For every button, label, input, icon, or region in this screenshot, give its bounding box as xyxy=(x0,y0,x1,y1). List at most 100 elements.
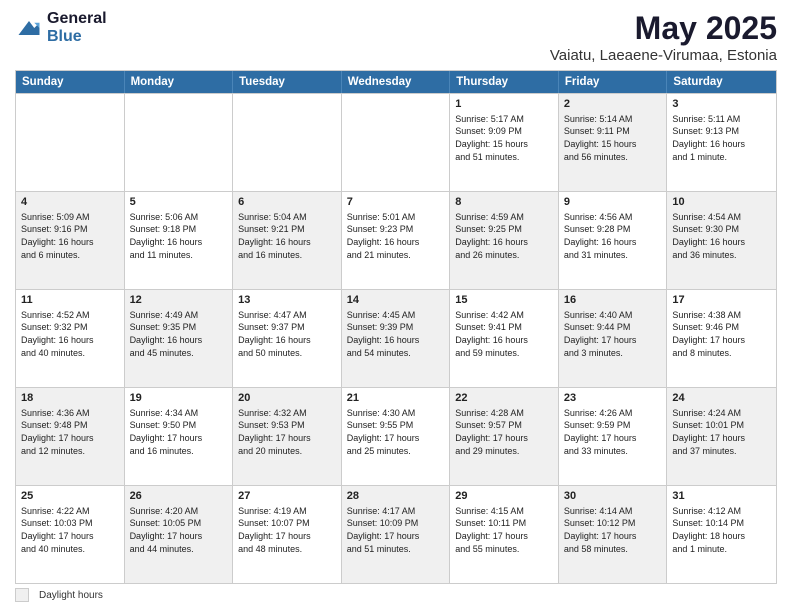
logo: General Blue xyxy=(15,10,107,45)
calendar-cell: 13Sunrise: 4:47 AM Sunset: 9:37 PM Dayli… xyxy=(233,290,342,387)
day-number: 26 xyxy=(130,489,228,504)
day-number: 2 xyxy=(564,97,662,112)
cell-text: Sunrise: 4:36 AM Sunset: 9:48 PM Dayligh… xyxy=(21,407,119,457)
logo-icon xyxy=(15,14,43,42)
calendar-row: 4Sunrise: 5:09 AM Sunset: 9:16 PM Daylig… xyxy=(16,191,776,289)
day-number: 22 xyxy=(455,391,553,406)
calendar-cell: 7Sunrise: 5:01 AM Sunset: 9:23 PM Daylig… xyxy=(342,192,451,289)
calendar-row: 25Sunrise: 4:22 AM Sunset: 10:03 PM Dayl… xyxy=(16,485,776,583)
calendar-day-header: Thursday xyxy=(450,71,559,93)
day-number: 1 xyxy=(455,97,553,112)
calendar-cell: 28Sunrise: 4:17 AM Sunset: 10:09 PM Dayl… xyxy=(342,486,451,583)
day-number: 9 xyxy=(564,195,662,210)
day-number: 14 xyxy=(347,293,445,308)
day-number: 11 xyxy=(21,293,119,308)
calendar-cell: 10Sunrise: 4:54 AM Sunset: 9:30 PM Dayli… xyxy=(667,192,776,289)
calendar-day-header: Friday xyxy=(559,71,668,93)
calendar-row: 18Sunrise: 4:36 AM Sunset: 9:48 PM Dayli… xyxy=(16,387,776,485)
cell-text: Sunrise: 4:32 AM Sunset: 9:53 PM Dayligh… xyxy=(238,407,336,457)
calendar-cell: 29Sunrise: 4:15 AM Sunset: 10:11 PM Dayl… xyxy=(450,486,559,583)
cell-text: Sunrise: 4:22 AM Sunset: 10:03 PM Daylig… xyxy=(21,505,119,555)
day-number: 7 xyxy=(347,195,445,210)
calendar-cell: 31Sunrise: 4:12 AM Sunset: 10:14 PM Dayl… xyxy=(667,486,776,583)
day-number: 5 xyxy=(130,195,228,210)
calendar-cell: 26Sunrise: 4:20 AM Sunset: 10:05 PM Dayl… xyxy=(125,486,234,583)
calendar-cell xyxy=(125,94,234,191)
day-number: 19 xyxy=(130,391,228,406)
cell-text: Sunrise: 4:30 AM Sunset: 9:55 PM Dayligh… xyxy=(347,407,445,457)
day-number: 27 xyxy=(238,489,336,504)
calendar-cell: 2Sunrise: 5:14 AM Sunset: 9:11 PM Daylig… xyxy=(559,94,668,191)
cell-text: Sunrise: 4:28 AM Sunset: 9:57 PM Dayligh… xyxy=(455,407,553,457)
day-number: 20 xyxy=(238,391,336,406)
calendar-row: 11Sunrise: 4:52 AM Sunset: 9:32 PM Dayli… xyxy=(16,289,776,387)
cell-text: Sunrise: 5:01 AM Sunset: 9:23 PM Dayligh… xyxy=(347,211,445,261)
cell-text: Sunrise: 4:49 AM Sunset: 9:35 PM Dayligh… xyxy=(130,309,228,359)
day-number: 24 xyxy=(672,391,771,406)
cell-text: Sunrise: 5:06 AM Sunset: 9:18 PM Dayligh… xyxy=(130,211,228,261)
cell-text: Sunrise: 4:26 AM Sunset: 9:59 PM Dayligh… xyxy=(564,407,662,457)
calendar-row: 1Sunrise: 5:17 AM Sunset: 9:09 PM Daylig… xyxy=(16,93,776,191)
calendar-day-header: Wednesday xyxy=(342,71,451,93)
cell-text: Sunrise: 4:17 AM Sunset: 10:09 PM Daylig… xyxy=(347,505,445,555)
cell-text: Sunrise: 4:54 AM Sunset: 9:30 PM Dayligh… xyxy=(672,211,771,261)
day-number: 10 xyxy=(672,195,771,210)
logo-text: General Blue xyxy=(47,10,107,45)
cell-text: Sunrise: 4:56 AM Sunset: 9:28 PM Dayligh… xyxy=(564,211,662,261)
day-number: 16 xyxy=(564,293,662,308)
day-number: 17 xyxy=(672,293,771,308)
title-block: May 2025 Vaiatu, Laeaene-Virumaa, Estoni… xyxy=(550,10,777,64)
calendar-cell xyxy=(233,94,342,191)
calendar-cell: 18Sunrise: 4:36 AM Sunset: 9:48 PM Dayli… xyxy=(16,388,125,485)
calendar-cell: 14Sunrise: 4:45 AM Sunset: 9:39 PM Dayli… xyxy=(342,290,451,387)
cell-text: Sunrise: 4:40 AM Sunset: 9:44 PM Dayligh… xyxy=(564,309,662,359)
calendar-cell: 15Sunrise: 4:42 AM Sunset: 9:41 PM Dayli… xyxy=(450,290,559,387)
calendar-cell: 24Sunrise: 4:24 AM Sunset: 10:01 PM Dayl… xyxy=(667,388,776,485)
calendar-cell: 11Sunrise: 4:52 AM Sunset: 9:32 PM Dayli… xyxy=(16,290,125,387)
calendar-body: 1Sunrise: 5:17 AM Sunset: 9:09 PM Daylig… xyxy=(16,93,776,583)
subtitle: Vaiatu, Laeaene-Virumaa, Estonia xyxy=(550,47,777,64)
calendar: SundayMondayTuesdayWednesdayThursdayFrid… xyxy=(15,70,777,584)
cell-text: Sunrise: 4:47 AM Sunset: 9:37 PM Dayligh… xyxy=(238,309,336,359)
day-number: 3 xyxy=(672,97,771,112)
calendar-day-header: Tuesday xyxy=(233,71,342,93)
cell-text: Sunrise: 4:20 AM Sunset: 10:05 PM Daylig… xyxy=(130,505,228,555)
cell-text: Sunrise: 4:12 AM Sunset: 10:14 PM Daylig… xyxy=(672,505,771,555)
calendar-day-header: Monday xyxy=(125,71,234,93)
calendar-cell: 8Sunrise: 4:59 AM Sunset: 9:25 PM Daylig… xyxy=(450,192,559,289)
calendar-cell: 27Sunrise: 4:19 AM Sunset: 10:07 PM Dayl… xyxy=(233,486,342,583)
calendar-cell: 3Sunrise: 5:11 AM Sunset: 9:13 PM Daylig… xyxy=(667,94,776,191)
day-number: 15 xyxy=(455,293,553,308)
logo-blue-text: Blue xyxy=(47,28,107,46)
cell-text: Sunrise: 4:42 AM Sunset: 9:41 PM Dayligh… xyxy=(455,309,553,359)
calendar-header: SundayMondayTuesdayWednesdayThursdayFrid… xyxy=(16,71,776,93)
calendar-cell: 9Sunrise: 4:56 AM Sunset: 9:28 PM Daylig… xyxy=(559,192,668,289)
cell-text: Sunrise: 4:45 AM Sunset: 9:39 PM Dayligh… xyxy=(347,309,445,359)
day-number: 30 xyxy=(564,489,662,504)
day-number: 28 xyxy=(347,489,445,504)
cell-text: Sunrise: 4:24 AM Sunset: 10:01 PM Daylig… xyxy=(672,407,771,457)
logo-general-text: General xyxy=(47,10,107,28)
footer: Daylight hours xyxy=(15,584,777,602)
cell-text: Sunrise: 4:19 AM Sunset: 10:07 PM Daylig… xyxy=(238,505,336,555)
day-number: 13 xyxy=(238,293,336,308)
calendar-cell: 23Sunrise: 4:26 AM Sunset: 9:59 PM Dayli… xyxy=(559,388,668,485)
day-number: 18 xyxy=(21,391,119,406)
calendar-cell: 6Sunrise: 5:04 AM Sunset: 9:21 PM Daylig… xyxy=(233,192,342,289)
calendar-cell xyxy=(16,94,125,191)
calendar-cell xyxy=(342,94,451,191)
page: General Blue May 2025 Vaiatu, Laeaene-Vi… xyxy=(0,0,792,612)
calendar-cell: 22Sunrise: 4:28 AM Sunset: 9:57 PM Dayli… xyxy=(450,388,559,485)
main-title: May 2025 xyxy=(550,10,777,47)
day-number: 4 xyxy=(21,195,119,210)
day-number: 8 xyxy=(455,195,553,210)
cell-text: Sunrise: 4:38 AM Sunset: 9:46 PM Dayligh… xyxy=(672,309,771,359)
day-number: 25 xyxy=(21,489,119,504)
calendar-cell: 30Sunrise: 4:14 AM Sunset: 10:12 PM Dayl… xyxy=(559,486,668,583)
calendar-cell: 16Sunrise: 4:40 AM Sunset: 9:44 PM Dayli… xyxy=(559,290,668,387)
day-number: 29 xyxy=(455,489,553,504)
cell-text: Sunrise: 4:59 AM Sunset: 9:25 PM Dayligh… xyxy=(455,211,553,261)
calendar-cell: 21Sunrise: 4:30 AM Sunset: 9:55 PM Dayli… xyxy=(342,388,451,485)
cell-text: Sunrise: 5:14 AM Sunset: 9:11 PM Dayligh… xyxy=(564,113,662,163)
calendar-cell: 20Sunrise: 4:32 AM Sunset: 9:53 PM Dayli… xyxy=(233,388,342,485)
